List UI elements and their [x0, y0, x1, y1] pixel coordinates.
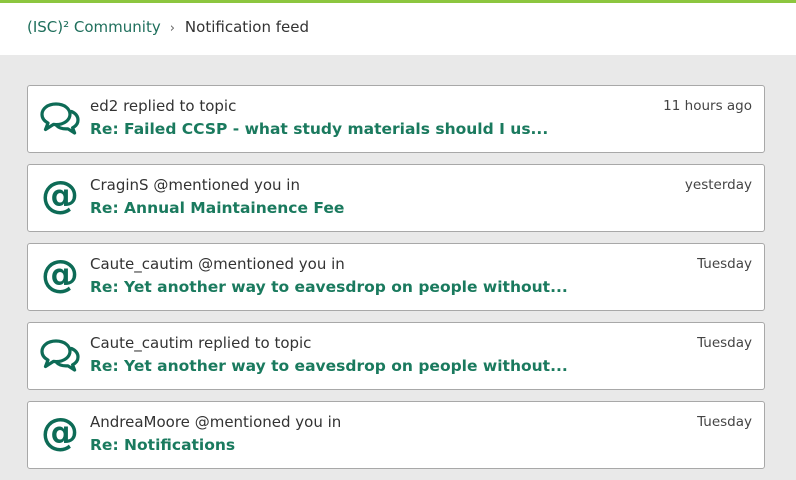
notification-summary: ed2 replied to topic — [90, 96, 236, 116]
notification-item[interactable]: @ CraginS @mentioned you in Re: Annual M… — [27, 164, 765, 232]
notification-timestamp: Tuesday — [697, 256, 752, 272]
page-title: Notification feed — [184, 18, 310, 36]
notification-action: replied to topic — [198, 334, 312, 352]
notification-topic-link[interactable]: Re: Annual Maintainence Fee — [90, 198, 344, 219]
at-mention-icon: @ — [41, 410, 79, 454]
notification-summary: Caute_cautim @mentioned you in — [90, 254, 345, 274]
notification-actor: CraginS — [90, 176, 149, 194]
notification-action: @mentioned you in — [198, 255, 345, 273]
notification-summary: CraginS @mentioned you in — [90, 175, 300, 195]
notification-topic-link[interactable]: Re: Yet another way to eavesdrop on peop… — [90, 277, 568, 298]
at-mention-icon: @ — [41, 252, 79, 296]
notification-actor: AndreaMoore — [90, 413, 190, 431]
chat-bubbles-icon — [40, 98, 80, 138]
notification-actor: Caute_cautim — [90, 255, 194, 273]
notification-summary: AndreaMoore @mentioned you in — [90, 412, 341, 432]
breadcrumb: (ISC)² Community › Notification feed — [27, 17, 309, 39]
notification-action: @mentioned you in — [153, 176, 300, 194]
notification-topic-link[interactable]: Re: Yet another way to eavesdrop on peop… — [90, 356, 568, 377]
chat-bubbles-icon — [40, 335, 80, 375]
breadcrumb-separator: › — [169, 21, 175, 36]
notification-action: @mentioned you in — [194, 413, 342, 431]
notification-timestamp: Tuesday — [697, 335, 752, 351]
notification-actor: ed2 — [90, 97, 119, 115]
notification-item[interactable]: ed2 replied to topic Re: Failed CCSP - w… — [27, 85, 765, 153]
notification-topic-link[interactable]: Re: Notifications — [90, 435, 235, 456]
breadcrumb-community-link[interactable]: (ISC)² Community — [27, 18, 161, 36]
notification-actor: Caute_cautim — [90, 334, 194, 352]
notification-feed: ed2 replied to topic Re: Failed CCSP - w… — [27, 85, 765, 480]
notification-timestamp: Tuesday — [697, 414, 752, 430]
notification-timestamp: yesterday — [684, 177, 752, 193]
notification-item[interactable]: Caute_cautim replied to topic Re: Yet an… — [27, 322, 765, 390]
at-mention-icon: @ — [41, 173, 79, 217]
notification-topic-link[interactable]: Re: Failed CCSP - what study materials s… — [90, 119, 548, 140]
breadcrumb-bar: (ISC)² Community › Notification feed — [0, 3, 796, 55]
notification-timestamp: 11 hours ago — [663, 98, 752, 114]
notification-item[interactable]: @ Caute_cautim @mentioned you in Re: Yet… — [27, 243, 765, 311]
notification-item[interactable]: @ AndreaMoore @mentioned you in Re: Noti… — [27, 401, 765, 469]
notification-action: replied to topic — [123, 97, 237, 115]
notification-summary: Caute_cautim replied to topic — [90, 333, 311, 353]
